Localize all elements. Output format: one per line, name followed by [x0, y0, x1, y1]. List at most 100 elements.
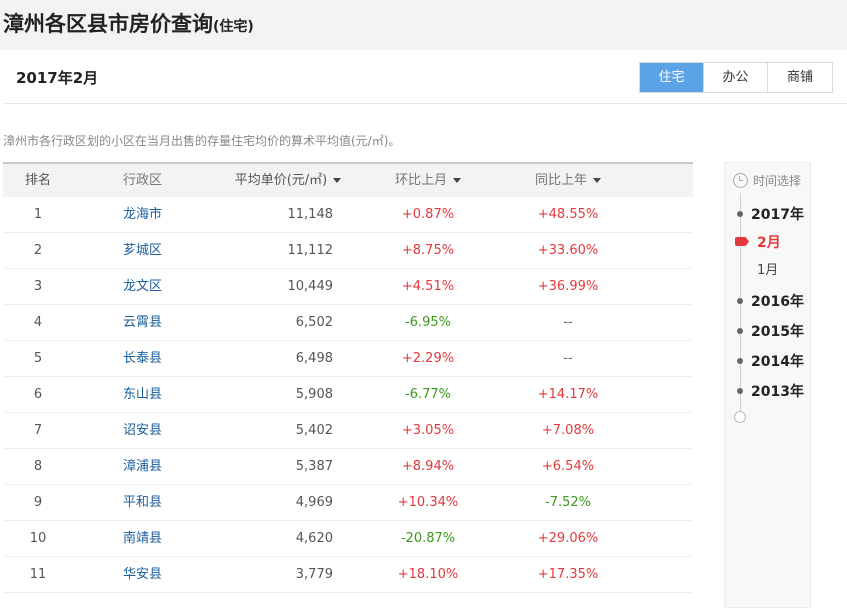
- price-cell: 10,449: [287, 279, 334, 294]
- table-row: 7 诏安县 5,402 +3.05% +7.08%: [3, 413, 693, 449]
- price-cell: 5,402: [295, 423, 333, 438]
- timeline-end-icon: [734, 411, 746, 423]
- time-selector-header: 时间选择: [733, 172, 801, 189]
- month-bar: 2017年2月 住宅 办公 商铺: [3, 50, 847, 104]
- table-row: 9 平和县 4,969 +10.34% -7.52%: [3, 485, 693, 521]
- clock-icon: [733, 173, 748, 188]
- mom-cell: +3.05%: [401, 423, 455, 438]
- tab-shop[interactable]: 商铺: [768, 63, 832, 92]
- tab-office[interactable]: 办公: [704, 63, 768, 92]
- page-subtitle: (住宅): [213, 19, 254, 35]
- yoy-cell: +14.17%: [537, 387, 599, 402]
- month-1[interactable]: 1月: [757, 259, 778, 278]
- district-link[interactable]: 龙海市: [73, 197, 188, 232]
- mom-cell: -6.95%: [405, 315, 451, 330]
- time-selector-title: 时间选择: [753, 174, 802, 188]
- active-month-marker-icon: [735, 237, 749, 246]
- price-cell: 6,502: [295, 315, 333, 330]
- rank-cell: 4: [33, 315, 43, 330]
- mom-cell: +4.51%: [401, 279, 455, 294]
- rank-cell: 8: [33, 459, 43, 474]
- district-link[interactable]: 长泰县: [73, 341, 188, 376]
- property-type-tabs: 住宅 办公 商铺: [639, 62, 833, 93]
- table-header: 排名 行政区 平均单价(元/㎡) 环比上月 同比上年: [3, 162, 693, 197]
- rank-cell: 7: [33, 423, 43, 438]
- month-2[interactable]: 2月: [757, 232, 781, 252]
- year-2014[interactable]: 2014年: [751, 351, 804, 371]
- district-link[interactable]: 华安县: [73, 557, 188, 592]
- sort-caret-icon: [333, 178, 342, 183]
- district-link[interactable]: 芗城区: [73, 233, 188, 268]
- table-row: 5 长泰县 6,498 +2.29% --: [3, 341, 693, 377]
- district-link[interactable]: 云霄县: [73, 305, 188, 340]
- header-rank: 排名: [24, 173, 51, 188]
- mom-cell: +0.87%: [401, 207, 455, 222]
- timeline-dot: [737, 388, 743, 394]
- price-cell: 6,498: [295, 351, 333, 366]
- yoy-cell: --: [563, 315, 573, 330]
- header-yoy-sort[interactable]: 同比上年: [498, 164, 638, 197]
- price-cell: 4,620: [295, 531, 333, 546]
- page-title: 漳州各区县市房价查询(住宅): [3, 12, 254, 36]
- mom-cell: -20.87%: [400, 531, 456, 546]
- year-2017[interactable]: 2017年: [751, 204, 804, 224]
- mom-cell: +2.29%: [401, 351, 455, 366]
- header-district: 行政区: [123, 173, 163, 188]
- district-link[interactable]: 龙文区: [73, 269, 188, 304]
- price-cell: 11,112: [287, 243, 334, 258]
- timeline-dot: [737, 298, 743, 304]
- sort-caret-icon: [593, 178, 601, 183]
- table-row: 6 东山县 5,908 -6.77% +14.17%: [3, 377, 693, 413]
- table-row: 8 漳浦县 5,387 +8.94% +6.54%: [3, 449, 693, 485]
- rank-cell: 5: [33, 351, 43, 366]
- yoy-cell: +36.99%: [537, 279, 599, 294]
- year-2015[interactable]: 2015年: [751, 321, 804, 341]
- timeline-dot: [737, 328, 743, 334]
- yoy-cell: --: [563, 351, 573, 366]
- price-cell: 5,387: [295, 459, 333, 474]
- table-row: 4 云霄县 6,502 -6.95% --: [3, 305, 693, 341]
- yoy-cell: +17.35%: [537, 567, 599, 582]
- table-row: 10 南靖县 4,620 -20.87% +29.06%: [3, 521, 693, 557]
- district-link[interactable]: 南靖县: [73, 521, 188, 556]
- timeline-dot: [737, 358, 743, 364]
- sort-caret-icon: [453, 178, 461, 183]
- price-cell: 4,969: [295, 495, 333, 510]
- rank-cell: 6: [33, 387, 43, 402]
- rank-cell: 2: [33, 243, 43, 258]
- header-mom-sort[interactable]: 环比上月: [358, 164, 498, 197]
- yoy-cell: +29.06%: [537, 531, 599, 546]
- mom-cell: +8.75%: [401, 243, 455, 258]
- timeline-dot: [737, 211, 743, 217]
- district-link[interactable]: 平和县: [73, 485, 188, 520]
- current-month-label: 2017年2月: [16, 69, 99, 87]
- table-row: 11 华安县 3,779 +18.10% +17.35%: [3, 557, 693, 593]
- time-selector: 时间选择 2017年 2月 1月 2016年 2015年 2014年 2013年: [724, 162, 811, 608]
- mom-cell: +10.34%: [397, 495, 459, 510]
- mom-cell: +18.10%: [397, 567, 459, 582]
- district-link[interactable]: 东山县: [73, 377, 188, 412]
- rank-cell: 9: [33, 495, 43, 510]
- mom-cell: -6.77%: [405, 387, 451, 402]
- price-cell: 3,779: [295, 567, 333, 582]
- district-link[interactable]: 诏安县: [73, 413, 188, 448]
- rank-cell: 10: [29, 531, 47, 546]
- header-price-sort[interactable]: 平均单价(元/㎡): [188, 164, 358, 197]
- table-row: 3 龙文区 10,449 +4.51% +36.99%: [3, 269, 693, 305]
- table-description: 漳州市各行政区划的小区在当月出售的存量住宅均价的算术平均值(元/㎡)。: [3, 134, 401, 148]
- yoy-cell: +48.55%: [537, 207, 599, 222]
- district-link[interactable]: 漳浦县: [73, 449, 188, 484]
- table-row: 2 芗城区 11,112 +8.75% +33.60%: [3, 233, 693, 269]
- yoy-cell: +6.54%: [541, 459, 595, 474]
- yoy-cell: -7.52%: [545, 495, 591, 510]
- year-2013[interactable]: 2013年: [751, 381, 804, 401]
- rank-cell: 11: [29, 567, 47, 582]
- year-2016[interactable]: 2016年: [751, 291, 804, 311]
- price-table: 排名 行政区 平均单价(元/㎡) 环比上月 同比上年 1 龙海市 11,148 +0.…: [3, 162, 693, 593]
- mom-cell: +8.94%: [401, 459, 455, 474]
- tab-residential[interactable]: 住宅: [640, 63, 704, 92]
- rank-cell: 3: [33, 279, 43, 294]
- rank-cell: 1: [33, 207, 43, 222]
- price-cell: 11,148: [287, 207, 334, 222]
- yoy-cell: +7.08%: [541, 423, 595, 438]
